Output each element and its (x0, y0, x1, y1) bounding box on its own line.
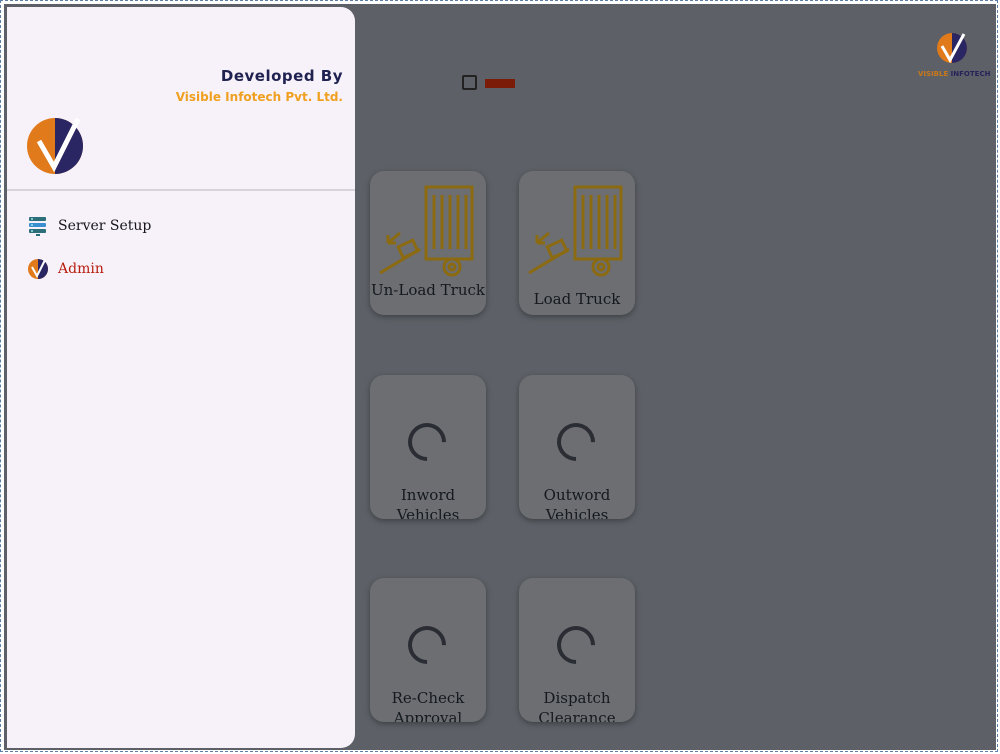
brand-text: VISIBLE INFOTECH (918, 70, 991, 78)
status-bar-indicator (485, 79, 515, 88)
tile-inword-vehicles[interactable]: Inword Vehicles (370, 375, 486, 519)
menu-item-label: Server Setup (58, 218, 152, 234)
load-truck-icon (528, 185, 623, 277)
company-name: Visible Infotech Pvt. Ltd. (175, 90, 343, 104)
drawer-divider (7, 189, 355, 191)
loading-spinner-icon (549, 618, 603, 672)
tile-label: Un-Load Truck (370, 281, 485, 299)
tile-dispatch-clearance[interactable]: Dispatch Clearance (519, 578, 635, 722)
tile-outword-vehicles[interactable]: Outword Vehicles (519, 375, 635, 519)
menu-item-admin[interactable]: Admin (27, 258, 327, 282)
loading-spinner-icon (549, 415, 603, 469)
menu-item-label: Admin (58, 261, 104, 277)
brand-logo-top-right: VISIBLE INFOTECH (914, 32, 991, 82)
tile-label: Dispatch Clearance (538, 689, 616, 722)
tile-load-truck[interactable]: Load Truck (519, 171, 635, 315)
tile-label: Outword Vehicles (543, 486, 611, 519)
visible-infotech-logo-icon (27, 117, 83, 174)
server-icon (29, 217, 46, 236)
loading-spinner-icon (400, 618, 454, 672)
tile-label: Inword Vehicles (396, 486, 460, 519)
developed-by-heading: Developed By (220, 67, 343, 85)
loading-spinner-icon (400, 415, 454, 469)
unload-truck-icon (379, 185, 474, 277)
tile-label: Load Truck (533, 290, 621, 308)
tile-label: Re-Check Approval (391, 689, 465, 722)
tile-unload-truck[interactable]: Un-Load Truck (370, 171, 486, 315)
tile-recheck-approval[interactable]: Re-Check Approval (370, 578, 486, 722)
menu-item-server-setup[interactable]: Server Setup (27, 215, 327, 239)
navigation-drawer: Developed By Visible Infotech Pvt. Ltd. … (7, 7, 355, 748)
toolbar-checkbox[interactable] (462, 75, 477, 90)
visible-infotech-logo-icon (28, 259, 48, 279)
visible-infotech-logo-icon (937, 33, 967, 64)
